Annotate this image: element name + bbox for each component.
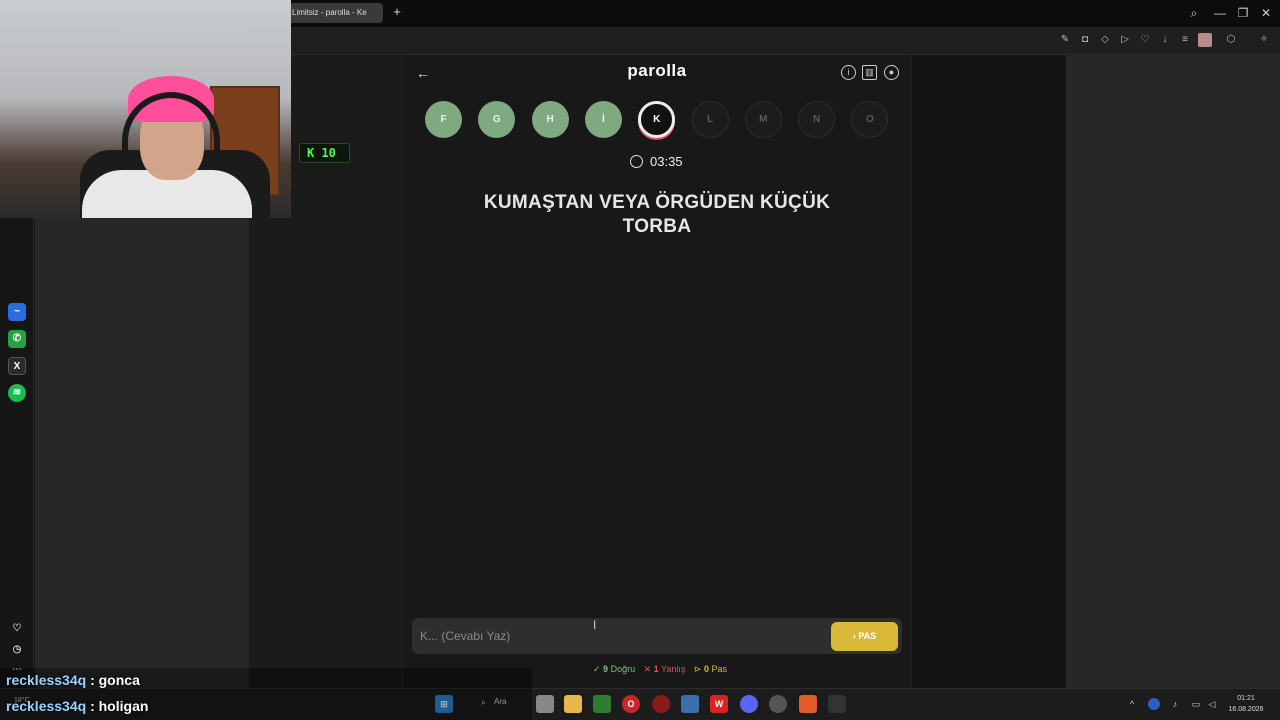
letter-pending: N <box>798 101 836 138</box>
letter-done: F <box>425 101 462 138</box>
microphone-icon[interactable]: ♪ <box>1169 698 1181 710</box>
w-app-icon[interactable]: W <box>710 695 728 713</box>
pas-label: PAS <box>858 631 877 641</box>
menu-icon[interactable]: ≡ <box>1178 33 1192 47</box>
pass-stat: ⊳ 0 Pas <box>693 664 727 674</box>
history-icon[interactable]: ◷ <box>8 641 26 659</box>
clock-time: 01:21 <box>1237 695 1255 702</box>
taskbar-clock[interactable]: 01:21 16.08.2026 <box>1222 693 1270 717</box>
whatsapp-icon[interactable]: ✆ <box>8 330 26 348</box>
extensions-icon[interactable]: ⬡ <box>1224 33 1238 47</box>
letter-active: K <box>638 101 676 138</box>
letter-pending: L <box>691 101 729 138</box>
minimize-button[interactable]: — <box>1210 3 1230 23</box>
question-text: KUMAŞTAN VEYA ÖRGÜDEN KÜÇÜK TORBA <box>483 192 831 237</box>
browser-tab[interactable]: Limitsiz - parolla - Ke <box>286 3 383 23</box>
edit-icon[interactable]: ✎ <box>1058 33 1072 47</box>
clock-date: 16.08.2026 <box>1228 706 1264 713</box>
timer: 03:35 <box>650 154 683 169</box>
shield-icon[interactable]: ◇ <box>1098 33 1112 47</box>
pas-button[interactable]: › PAS <box>831 622 898 651</box>
discord-icon[interactable] <box>740 695 758 713</box>
heart-icon[interactable]: ♡ <box>8 620 26 638</box>
tray-app-icon[interactable] <box>1148 698 1160 710</box>
info-icon[interactable]: i <box>841 65 856 80</box>
kick-viewer-badge: K 10 <box>299 143 350 163</box>
text-cursor-icon: I <box>593 618 597 632</box>
chat-text: : holigan <box>90 698 149 714</box>
network-icon[interactable]: ▭ <box>1190 698 1202 710</box>
tray-chevron-icon[interactable]: ^ <box>1126 698 1138 710</box>
page-title: parolla <box>627 61 687 80</box>
new-tab-button[interactable]: + <box>390 4 404 20</box>
chat-username: reckless34q <box>6 698 87 714</box>
x-icon[interactable]: X <box>8 357 26 375</box>
obs-icon[interactable] <box>828 695 846 713</box>
heart-icon[interactable]: ♡ <box>1138 33 1152 47</box>
camera-icon[interactable]: ◘ <box>1078 33 1092 47</box>
profile-avatar[interactable] <box>1198 33 1212 47</box>
restore-button[interactable]: ❐ <box>1233 3 1253 23</box>
letter-pending: M <box>744 101 782 138</box>
score-stats: ✓ 9 Doğru ✕ 1 Yanlış ⊳ 0 Pas <box>560 664 760 678</box>
volume-icon[interactable]: ◁ <box>1206 698 1218 710</box>
file-explorer-icon[interactable] <box>564 695 582 713</box>
letter-done: H <box>531 101 569 138</box>
shield-app-icon[interactable] <box>681 695 699 713</box>
chat-message: reckless34q : holigan <box>6 698 306 718</box>
close-window-button[interactable]: ✕ <box>1256 3 1276 23</box>
back-arrow-icon[interactable]: ← <box>414 64 432 82</box>
letter-done: İ <box>584 101 622 138</box>
right-panel <box>1066 55 1280 688</box>
brave-icon[interactable] <box>799 695 817 713</box>
task-view-icon[interactable] <box>536 695 554 713</box>
messenger-icon[interactable]: ~ <box>8 303 26 321</box>
chevron-right-icon: › <box>852 631 856 641</box>
search-tabs-icon[interactable]: ⌕ <box>1184 3 1204 23</box>
chat-username: reckless34q <box>6 672 87 688</box>
download-icon[interactable]: ↓ <box>1158 33 1172 47</box>
ai-icon[interactable]: ✧ <box>1255 33 1273 47</box>
game-panel <box>402 55 912 688</box>
stats-icon[interactable]: ▥ <box>862 65 877 80</box>
profile-icon[interactable]: ● <box>884 65 899 80</box>
chat-message: reckless34q : gonca <box>6 672 306 692</box>
spotify-icon[interactable]: ≋ <box>8 384 26 402</box>
sidebar-panel <box>35 218 249 688</box>
wrong-stat: ✕ 1 Yanlış <box>643 664 686 674</box>
answer-input[interactable] <box>420 626 820 646</box>
opera-icon[interactable]: O <box>622 695 640 713</box>
app-icon[interactable] <box>652 695 670 713</box>
correct-stat: ✓ 9 Doğru <box>593 664 636 674</box>
steam-icon[interactable] <box>769 695 787 713</box>
browser-sidebar <box>0 218 34 670</box>
chat-text: : gonca <box>90 672 140 688</box>
nvidia-icon[interactable] <box>593 695 611 713</box>
webcam-overlay <box>0 0 291 218</box>
clock-icon <box>630 155 643 168</box>
play-icon[interactable]: ▷ <box>1118 33 1132 47</box>
